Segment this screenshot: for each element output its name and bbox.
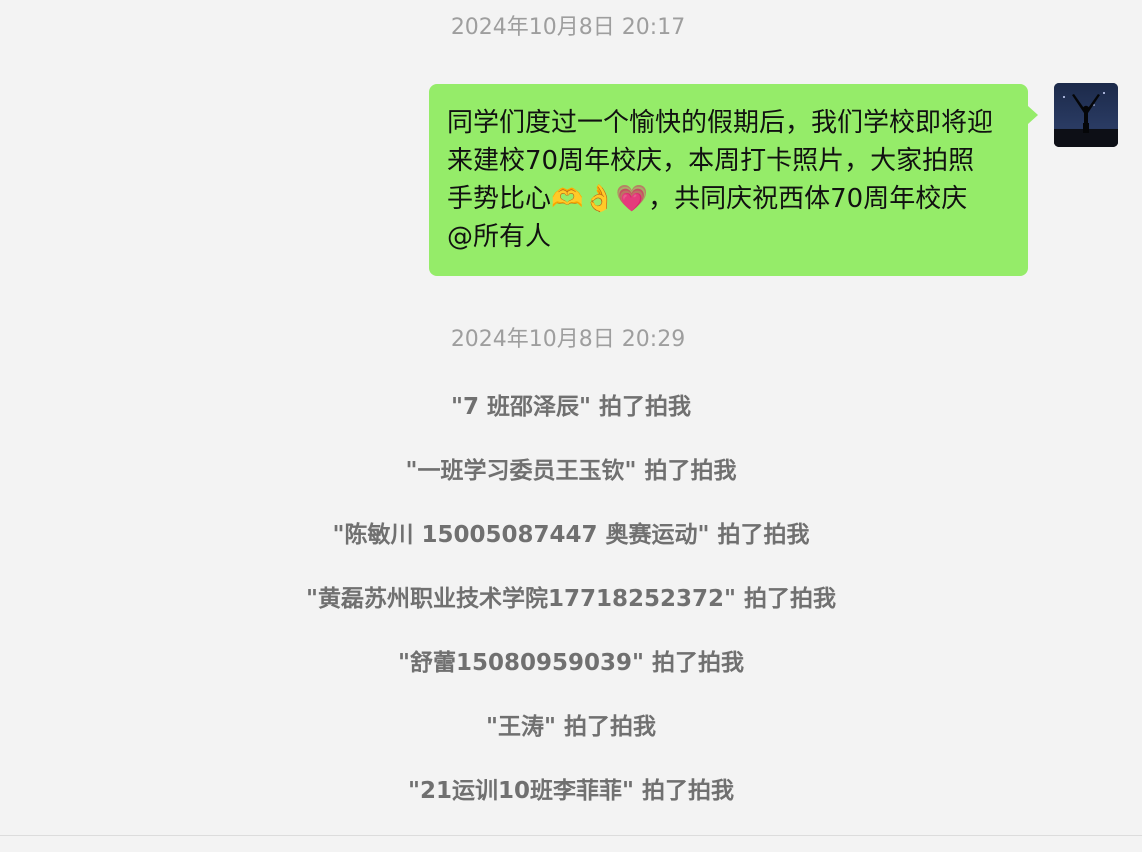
message-timestamp: 2024年10月8日 20:17 — [450, 15, 686, 40]
pat-notification-list: "7 班邵泽辰" 拍了拍我 "一班学习委员王玉钦" 拍了拍我 "陈敏川 1500… — [0, 387, 1142, 835]
pat-sender-name[interactable]: "舒蕾15080959039" — [398, 650, 644, 676]
pat-sender-name[interactable]: "黄磊苏州职业技术学院17718252372" — [306, 586, 736, 612]
pat-sender-name[interactable]: "王涛" — [486, 714, 556, 740]
pat-text: 拍了拍我 — [709, 522, 810, 548]
user-avatar[interactable] — [1054, 83, 1118, 147]
message-timestamp: 2024年10月8日 20:29 — [450, 327, 686, 352]
chat-window: 2024年10月8日 20:17 同学们度过一个愉快的假期后，我们学校即将迎 来… — [0, 0, 1142, 852]
pat-sender-name[interactable]: "7 班邵泽辰" — [451, 394, 591, 420]
pat-notification: "21运训10班李菲菲" 拍了拍我 — [0, 771, 1142, 835]
outgoing-message-row: 同学们度过一个愉快的假期后，我们学校即将迎 来建校70周年校庆，本周打卡照片，大… — [429, 84, 1038, 276]
pat-sender-name[interactable]: "21运训10班李菲菲" — [408, 778, 634, 804]
pat-notification: "7 班邵泽辰" 拍了拍我 — [0, 387, 1142, 451]
pat-sender-name[interactable]: "一班学习委员王玉钦" — [406, 458, 637, 484]
avatar-photo — [1054, 83, 1118, 147]
pat-text: 拍了拍我 — [736, 586, 837, 612]
pat-sender-name[interactable]: "陈敏川 15005087447 奥赛运动" — [332, 522, 709, 548]
message-bubble[interactable]: 同学们度过一个愉快的假期后，我们学校即将迎 来建校70周年校庆，本周打卡照片，大… — [429, 84, 1038, 276]
pat-notification: "王涛" 拍了拍我 — [0, 707, 1142, 771]
pat-text: 拍了拍我 — [555, 714, 656, 740]
pat-text: 拍了拍我 — [644, 650, 745, 676]
pat-text: 拍了拍我 — [636, 458, 737, 484]
divider — [0, 835, 1142, 836]
pat-notification: "黄磊苏州职业技术学院17718252372" 拍了拍我 — [0, 579, 1142, 643]
pat-text: 拍了拍我 — [633, 778, 734, 804]
pat-text: 拍了拍我 — [590, 394, 691, 420]
pat-notification: "一班学习委员王玉钦" 拍了拍我 — [0, 451, 1142, 515]
pat-notification: "舒蕾15080959039" 拍了拍我 — [0, 643, 1142, 707]
pat-notification: "陈敏川 15005087447 奥赛运动" 拍了拍我 — [0, 515, 1142, 579]
